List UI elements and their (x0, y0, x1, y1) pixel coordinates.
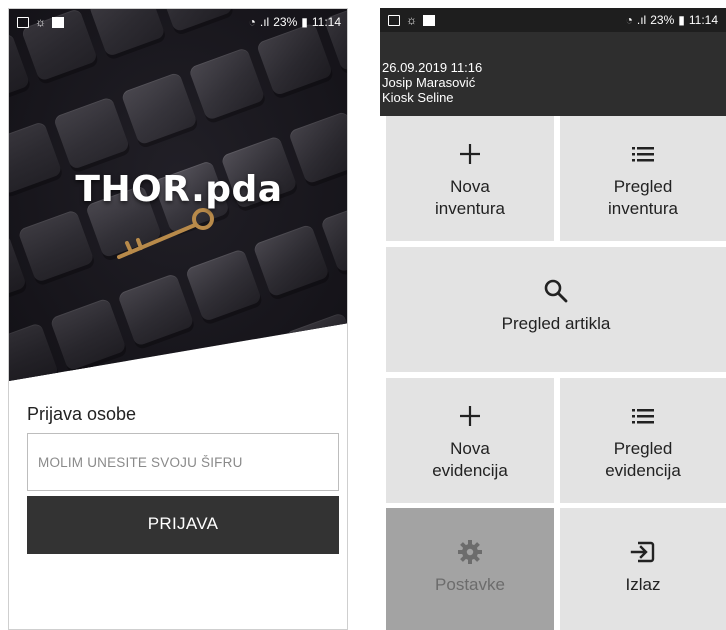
battery-percent: 23% (650, 13, 675, 27)
app-notification-icon (423, 14, 435, 26)
wifi-icon: ◔ (625, 13, 633, 27)
settings-button[interactable]: Postavke (386, 508, 554, 630)
tile-label: Nova evidencija (432, 439, 508, 480)
header-bar: ☼ ◔ .ıl 23% ▮ 11:14 26.09.2019 11:16 Jos… (380, 8, 726, 116)
app-notification-icon (52, 16, 64, 28)
menu-screen: ☼ ◔ .ıl 23% ▮ 11:14 26.09.2019 11:16 Jos… (380, 8, 726, 630)
battery-icon: ▮ (678, 13, 685, 27)
gallery-notification-icon (388, 14, 400, 26)
battery-percent: 23% (273, 15, 298, 29)
plus-icon (460, 144, 480, 164)
clock: 11:14 (311, 15, 341, 29)
search-icon (544, 279, 568, 303)
login-button[interactable]: PRIJAVA (27, 496, 339, 554)
exit-button[interactable]: Izlaz (560, 508, 726, 630)
weather-notification-icon: ☼ (35, 15, 46, 29)
plus-icon (460, 406, 480, 426)
tile-label: Postavke (435, 575, 505, 594)
article-search-button[interactable]: Pregled artikla (386, 247, 726, 372)
list-icon (632, 147, 654, 162)
session-user: Josip Marasović (382, 75, 476, 90)
session-location: Kiosk Seline (382, 90, 454, 105)
tile-label: Pregled inventura (608, 177, 678, 218)
inventory-list-button[interactable]: Pregled inventura (560, 116, 726, 241)
gallery-notification-icon (17, 16, 29, 28)
tile-label: Pregled evidencija (605, 439, 681, 480)
list-icon (632, 409, 654, 424)
session-datetime: 26.09.2019 11:16 (382, 60, 483, 75)
session-info: 26.09.2019 11:16 Josip Marasović Kiosk S… (382, 60, 482, 105)
tile-label: Izlaz (625, 575, 661, 594)
exit-icon (630, 541, 655, 563)
hero-image: THOR.pda (9, 9, 347, 381)
new-record-button[interactable]: Nova evidencija (386, 378, 554, 503)
signal-icon: .ıl (636, 13, 647, 27)
clock: 11:14 (688, 13, 718, 27)
weather-notification-icon: ☼ (406, 13, 417, 27)
new-inventory-button[interactable]: Nova inventura (386, 116, 554, 241)
status-bar: ☼ ◔ .ıl 23% ▮ 11:14 (380, 8, 726, 32)
record-list-button[interactable]: Pregled evidencija (560, 378, 726, 503)
app-logo-text: THOR.pda (75, 169, 283, 210)
wifi-icon: ◔ (248, 15, 256, 29)
tile-label: Nova inventura (435, 177, 505, 218)
golden-key-icon (117, 208, 214, 259)
gear-icon (458, 540, 482, 564)
status-bar: ☼ ◔ .ıl 23% ▮ 11:14 (9, 9, 347, 35)
code-input[interactable] (27, 433, 339, 491)
tile-label: Pregled artikla (501, 314, 611, 333)
signal-icon: .ıl (259, 15, 270, 29)
login-form-title: Prijava osobe (27, 404, 137, 424)
login-screen: THOR.pda ☼ ◔ .ıl 23% ▮ 11:14 Prijava oso… (8, 8, 348, 630)
battery-icon: ▮ (301, 15, 308, 29)
